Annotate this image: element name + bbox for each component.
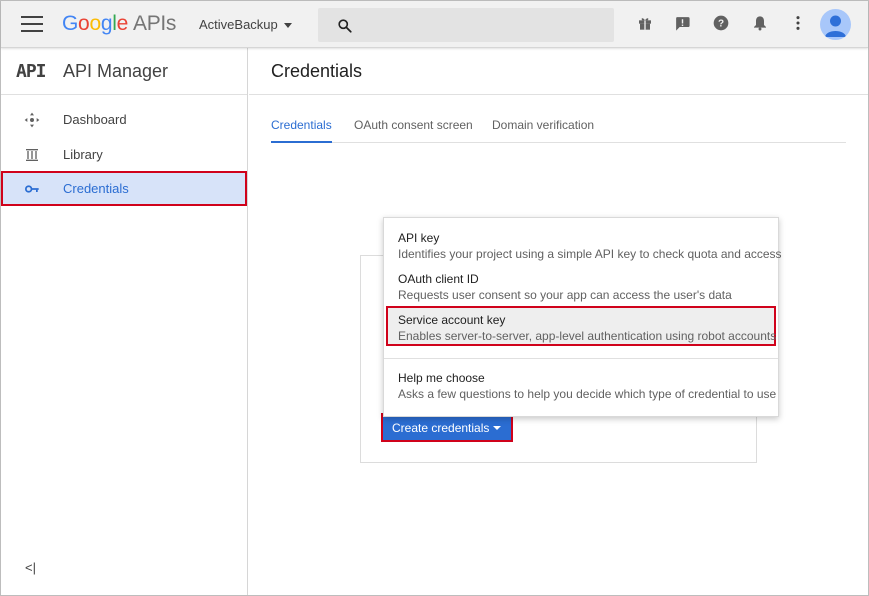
sidebar-item-credentials[interactable]: Credentials — [1, 171, 247, 206]
menu-divider — [384, 358, 778, 359]
api-manager-title: API Manager — [63, 61, 169, 81]
sidebar-item-label: Library — [63, 147, 103, 162]
menu-item-oauth-client-id[interactable]: OAuth client ID Requests user consent so… — [384, 265, 778, 305]
sidebar-item-library[interactable]: Library — [1, 137, 247, 172]
project-name: ActiveBackup — [199, 17, 278, 32]
chevron-down-icon — [283, 23, 292, 29]
key-icon — [24, 181, 40, 197]
sidebar: API API Manager Dashboard Library Creden… — [1, 48, 248, 595]
brand-letter: e — [116, 12, 129, 35]
menu-item-description: Enables server-to-server, app-level auth… — [398, 329, 777, 343]
notifications-icon[interactable] — [752, 15, 770, 33]
search-input[interactable] — [318, 8, 614, 42]
sidebar-header: API API Manager — [1, 48, 247, 95]
top-app-bar: Google APIs ActiveBackup ? — [1, 1, 868, 48]
menu-item-service-account-key[interactable]: Service account key Enables server-to-se… — [386, 306, 776, 346]
menu-item-api-key[interactable]: API key Identifies your project using a … — [384, 224, 782, 264]
collapse-sidebar-button[interactable]: <| — [25, 560, 36, 575]
chevron-down-icon — [493, 426, 501, 430]
gift-icon[interactable] — [637, 15, 655, 33]
account-avatar-icon[interactable] — [820, 9, 851, 40]
svg-text:?: ? — [718, 18, 724, 29]
brand-suffix: APIs — [132, 12, 177, 35]
dashboard-icon — [24, 112, 40, 128]
main-header: Credentials — [249, 48, 868, 95]
sidebar-item-dashboard[interactable]: Dashboard — [1, 102, 247, 137]
search-icon — [338, 19, 352, 33]
menu-item-description: Requests user consent so your app can ac… — [398, 288, 732, 302]
create-credentials-menu: API key Identifies your project using a … — [383, 217, 782, 417]
brand-letter: g — [100, 12, 113, 35]
sidebar-item-label: Dashboard — [63, 112, 127, 127]
sidebar-item-label: Credentials — [63, 181, 129, 196]
more-vert-icon[interactable] — [790, 15, 808, 33]
feedback-icon[interactable] — [674, 15, 692, 33]
menu-item-title: OAuth client ID — [398, 272, 479, 286]
tab-bar: Credentials OAuth consent screen Domain … — [271, 118, 846, 143]
menu-item-description: Asks a few questions to help you decide … — [398, 387, 777, 401]
menu-item-title: Service account key — [398, 313, 506, 327]
menu-item-description: Identifies your project using a simple A… — [398, 247, 782, 261]
brand-letter: o — [78, 12, 90, 35]
menu-item-title: API key — [398, 231, 440, 245]
brand-letter: G — [62, 12, 79, 35]
brand-letter: o — [89, 12, 101, 35]
tab-credentials[interactable]: Credentials — [271, 118, 332, 143]
tab-domain-verification[interactable]: Domain verification — [492, 118, 594, 143]
menu-item-title: Help me choose — [398, 371, 485, 385]
google-apis-logo[interactable]: Google APIs — [62, 12, 176, 36]
library-icon — [24, 147, 40, 163]
create-credentials-label: Create credentials — [392, 421, 490, 435]
main-content: Credentials Credentials OAuth consent sc… — [249, 48, 868, 595]
menu-item-help-me-choose[interactable]: Help me choose Asks a few questions to h… — [384, 364, 778, 404]
project-selector[interactable]: ActiveBackup — [199, 17, 292, 32]
create-credentials-button[interactable]: Create credentials — [381, 413, 513, 442]
help-icon[interactable]: ? — [713, 15, 731, 33]
api-manager-logo: API — [16, 61, 46, 82]
page-title: Credentials — [271, 61, 363, 81]
main-menu-icon[interactable] — [21, 16, 43, 33]
tab-oauth-consent-screen[interactable]: OAuth consent screen — [354, 118, 473, 143]
